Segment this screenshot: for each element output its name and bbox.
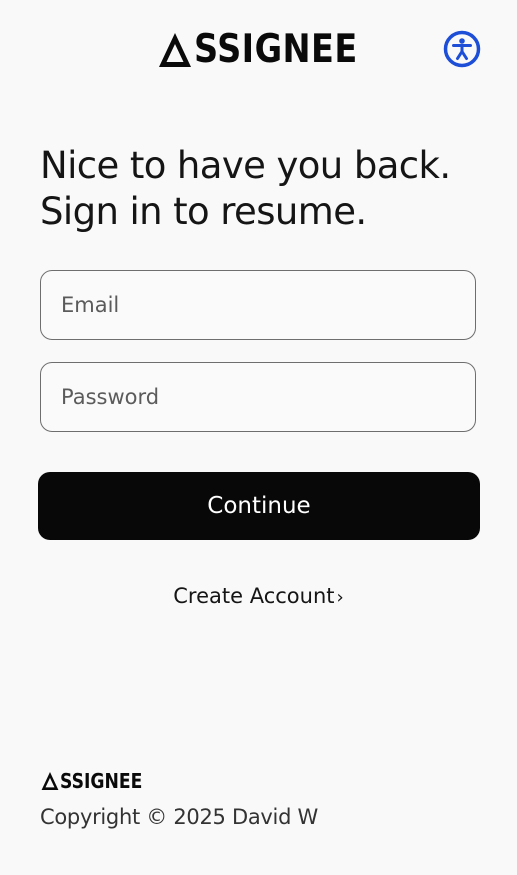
chevron-right-icon: › <box>336 587 344 608</box>
accessibility-icon <box>443 30 481 68</box>
password-field[interactable] <box>40 362 476 432</box>
page-header: SSIGNEE <box>0 0 517 100</box>
email-field[interactable] <box>40 270 476 340</box>
create-account-link[interactable]: Create Account › <box>0 580 517 614</box>
footer-logo-triangle-icon <box>41 772 59 790</box>
create-account-label: Create Account <box>173 584 335 608</box>
page-title: Nice to have you back. Sign in to resume… <box>40 143 500 235</box>
continue-button[interactable]: Continue <box>38 472 480 540</box>
headline-line-2: Sign in to resume. <box>40 190 367 233</box>
copyright-text: Copyright © 2025 David W <box>40 805 318 829</box>
headline-line-1: Nice to have you back. <box>40 144 451 187</box>
assignee-logo[interactable]: SSIGNEE <box>157 30 384 70</box>
footer-logo: SSIGNEE <box>40 770 156 792</box>
accessibility-button[interactable] <box>443 30 481 68</box>
logo-triangle-icon <box>159 33 191 67</box>
footer-logo-wordmark: SSIGNEE <box>60 769 143 793</box>
logo-wordmark: SSIGNEE <box>194 27 358 72</box>
